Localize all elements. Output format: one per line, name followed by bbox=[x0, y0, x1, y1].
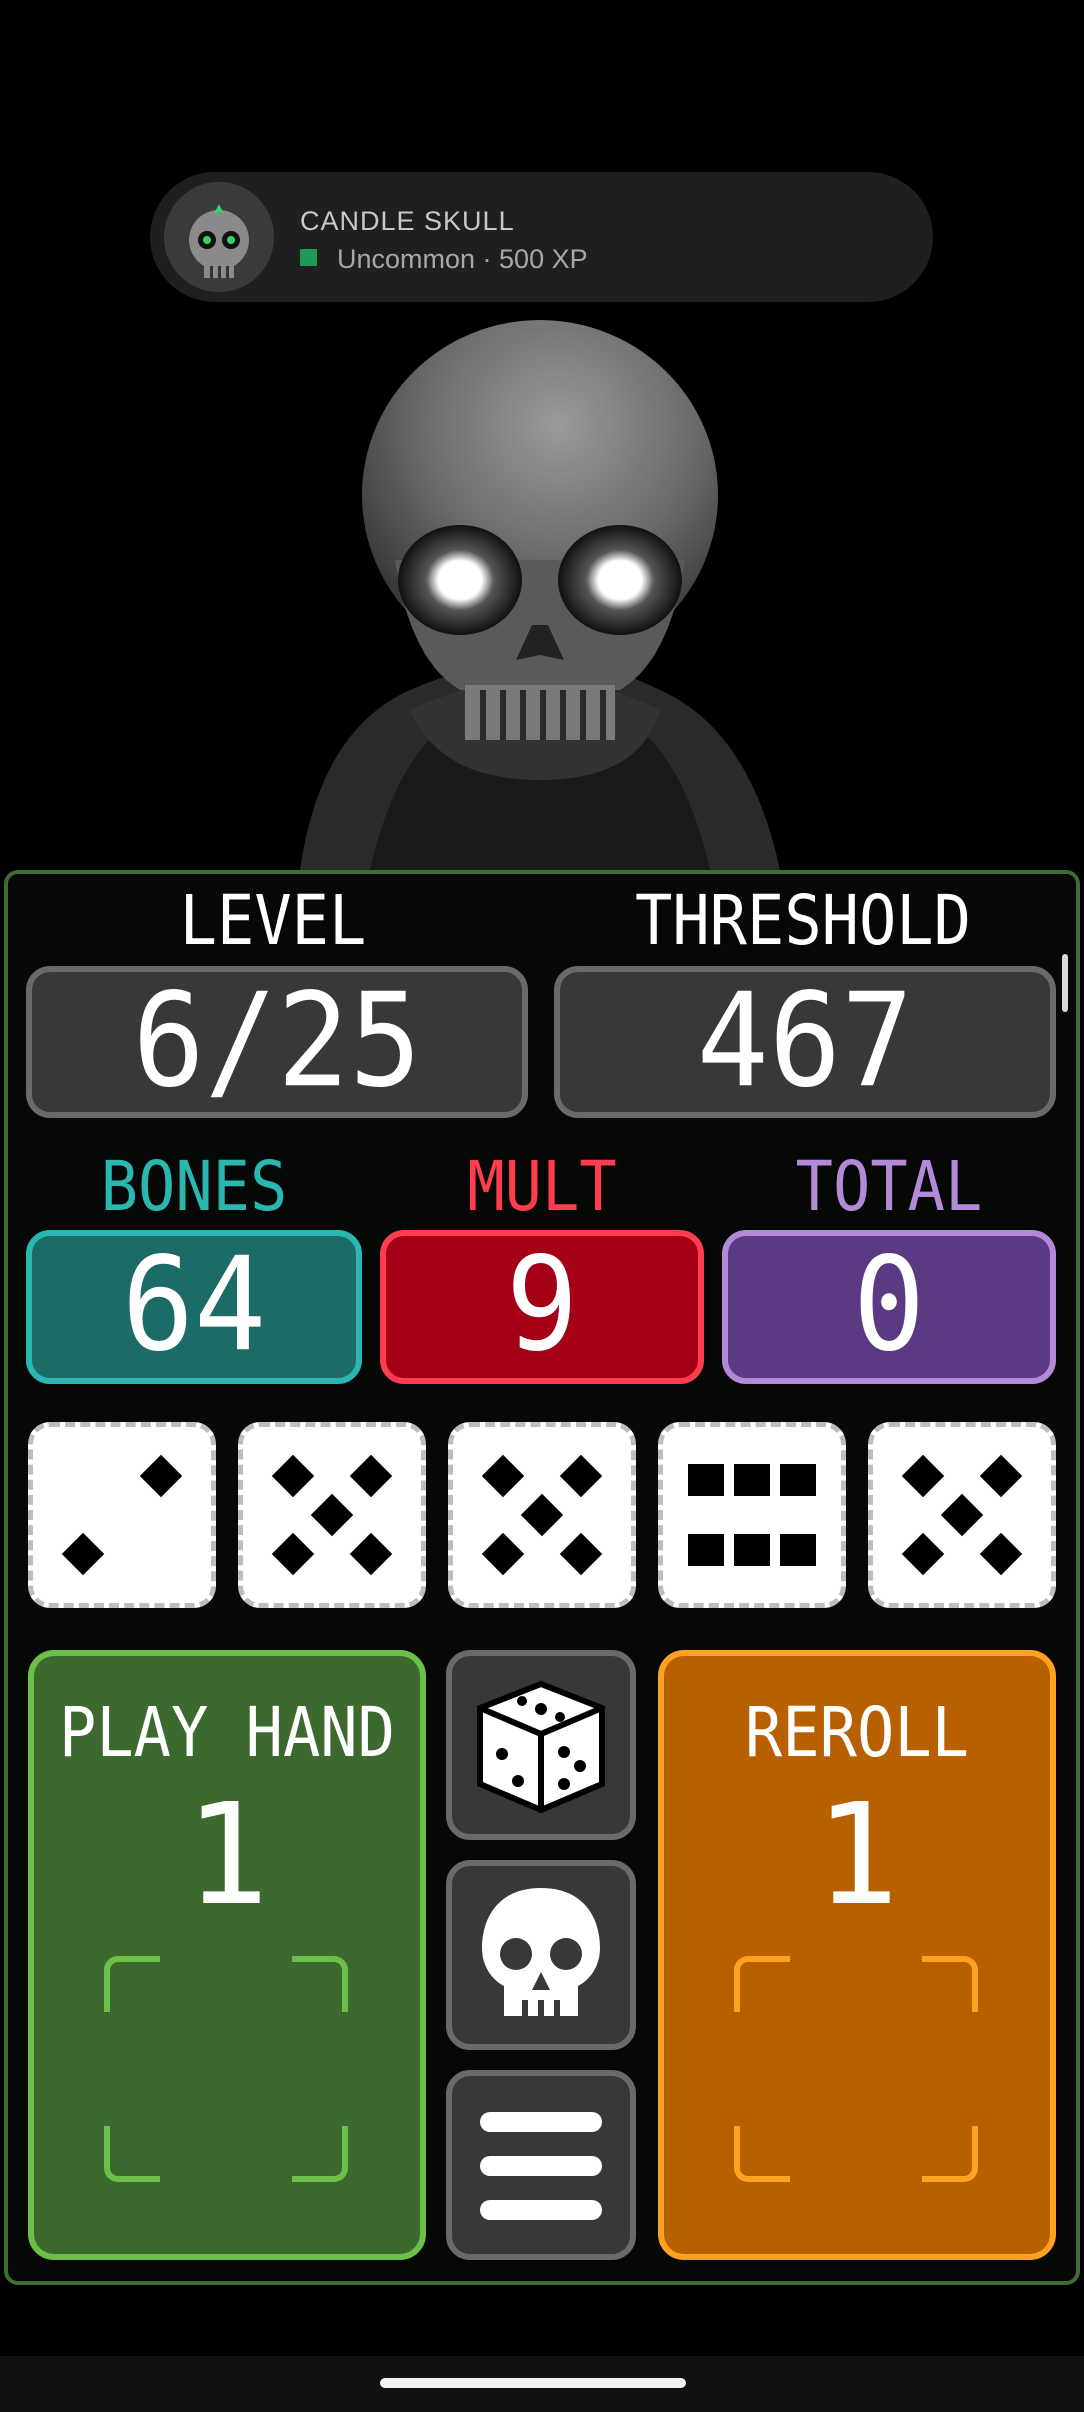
die-1[interactable] bbox=[28, 1422, 216, 1608]
home-indicator[interactable] bbox=[380, 2378, 686, 2388]
die-pip bbox=[687, 1463, 724, 1496]
bones-box: 64 bbox=[26, 1230, 362, 1384]
die-pip bbox=[271, 1532, 315, 1575]
toast-subtitle: Uncommon · 500 XP bbox=[300, 244, 588, 275]
reroll-button[interactable]: REROLL 1 bbox=[658, 1650, 1056, 2260]
die-5[interactable] bbox=[868, 1422, 1056, 1608]
die-pip bbox=[979, 1532, 1023, 1575]
slot-corner bbox=[104, 2126, 160, 2182]
mult-label: MULT bbox=[467, 1146, 617, 1227]
die-pip bbox=[520, 1493, 564, 1537]
skull-icon bbox=[482, 1888, 600, 2016]
toast-subtitle-text: Uncommon · 500 XP bbox=[337, 244, 588, 274]
scrollbar[interactable] bbox=[1062, 954, 1068, 1012]
slot-corner bbox=[292, 1956, 348, 2012]
die-pip bbox=[559, 1532, 603, 1575]
die-pip bbox=[481, 1455, 525, 1498]
die-pip bbox=[901, 1532, 945, 1575]
menu-icon bbox=[480, 2112, 602, 2220]
threshold-label: THRESHOLD bbox=[635, 880, 971, 961]
die-pip bbox=[349, 1532, 393, 1575]
die-pip bbox=[901, 1455, 945, 1498]
skull-button[interactable] bbox=[446, 1860, 636, 2050]
die-pip bbox=[481, 1532, 525, 1575]
die-2[interactable] bbox=[238, 1422, 426, 1608]
slot-corner bbox=[104, 1956, 160, 2012]
die-pip bbox=[687, 1534, 724, 1567]
bones-label: BONES bbox=[100, 1146, 288, 1227]
achievement-toast[interactable]: CANDLE SKULL Uncommon · 500 XP bbox=[150, 172, 933, 302]
die-4[interactable] bbox=[658, 1422, 846, 1608]
die-pip bbox=[349, 1455, 393, 1498]
level-label: LEVEL bbox=[179, 880, 367, 961]
reroll-count: 1 bbox=[814, 1774, 900, 1937]
threshold-box: 467 bbox=[554, 966, 1056, 1118]
die-pip bbox=[61, 1532, 105, 1575]
skull-illustration bbox=[300, 320, 780, 870]
die-pip bbox=[310, 1493, 354, 1537]
play-hand-label: PLAY HAND bbox=[59, 1692, 395, 1773]
die-pip bbox=[979, 1455, 1023, 1498]
die-pip bbox=[734, 1463, 770, 1496]
play-hand-count: 1 bbox=[184, 1774, 270, 1937]
candle-skull-icon bbox=[164, 182, 274, 292]
mult-box: 9 bbox=[380, 1230, 704, 1384]
die-pip bbox=[780, 1534, 817, 1567]
dice-icon bbox=[477, 1680, 605, 1814]
slot-corner bbox=[734, 2126, 790, 2182]
mult-value: 9 bbox=[505, 1230, 579, 1381]
total-value: 0 bbox=[852, 1230, 926, 1381]
bones-value: 64 bbox=[121, 1230, 267, 1381]
level-box: 6/25 bbox=[26, 966, 528, 1118]
slot-corner bbox=[922, 2126, 978, 2182]
reroll-label: REROLL bbox=[745, 1692, 969, 1773]
total-box: 0 bbox=[722, 1230, 1056, 1384]
threshold-value: 467 bbox=[696, 966, 914, 1117]
toast-title: CANDLE SKULL bbox=[300, 206, 515, 236]
system-nav-bar bbox=[0, 2356, 1084, 2412]
slot-corner bbox=[734, 1956, 790, 2012]
slot-corner bbox=[292, 2126, 348, 2182]
die-pip bbox=[139, 1455, 183, 1498]
total-label: TOTAL bbox=[795, 1146, 983, 1227]
slot-corner bbox=[922, 1956, 978, 2012]
die-pip bbox=[940, 1493, 984, 1537]
play-hand-button[interactable]: PLAY HAND 1 bbox=[28, 1650, 426, 2260]
die-pip bbox=[734, 1534, 770, 1567]
die-pip bbox=[559, 1455, 603, 1498]
die-pip bbox=[271, 1455, 315, 1498]
menu-button[interactable] bbox=[446, 2070, 636, 2260]
die-pip bbox=[780, 1463, 817, 1496]
rarity-badge-icon bbox=[300, 249, 317, 267]
die-3[interactable] bbox=[448, 1422, 636, 1608]
dice-button[interactable] bbox=[446, 1650, 636, 1840]
level-value: 6/25 bbox=[132, 966, 422, 1117]
